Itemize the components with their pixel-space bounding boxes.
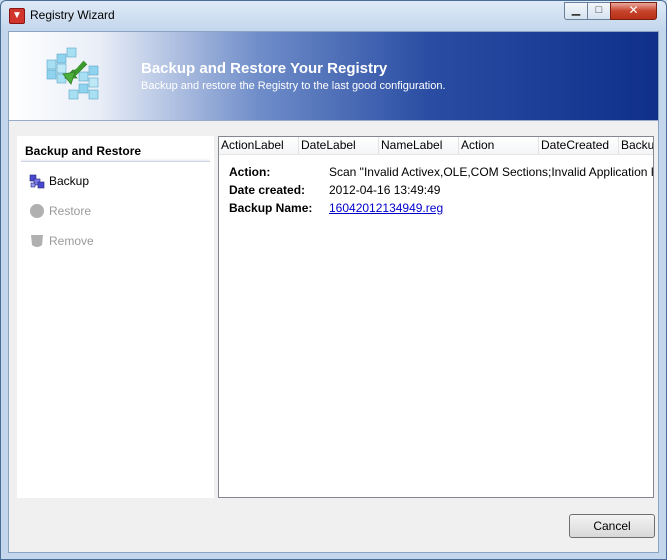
- column-header-datecreated[interactable]: DateCreated: [539, 137, 619, 154]
- backup-name-label: Backup Name:: [229, 201, 313, 215]
- column-header-datelabel[interactable]: DateLabel: [299, 137, 379, 154]
- sidebar-item-label: Remove: [49, 234, 94, 248]
- maximize-button[interactable]: □: [587, 2, 611, 20]
- backup-details-panel: ActionLabel DateLabel NameLabel Action D…: [218, 136, 654, 498]
- sidebar-item-remove[interactable]: Remove: [29, 232, 199, 250]
- backup-cubes-icon: [29, 174, 45, 189]
- sidebar-item-label: Backup: [49, 174, 90, 188]
- date-created-label: Date created:: [229, 183, 306, 197]
- backup-name-link[interactable]: 16042012134949.reg: [329, 201, 443, 215]
- remove-icon: [31, 235, 43, 247]
- column-header-namelabel[interactable]: NameLabel: [379, 137, 459, 154]
- sidebar-item-label: Restore: [49, 204, 92, 218]
- date-created-value: 2012-04-16 13:49:49: [329, 183, 441, 197]
- action-label: Action:: [229, 165, 271, 179]
- sidebar-header: Backup and Restore: [21, 144, 210, 162]
- sidebar-item-restore[interactable]: Restore: [29, 202, 199, 220]
- column-header-backupname[interactable]: BackupName: [619, 137, 653, 154]
- dialog-client-area: Backup and Restore Your Registry Backup …: [8, 31, 659, 553]
- column-header-action[interactable]: Action: [459, 137, 539, 154]
- minimize-button[interactable]: ▁: [564, 2, 588, 20]
- header-banner: Backup and Restore Your Registry Backup …: [9, 32, 658, 121]
- sidebar: Backup and Restore Backup Restore Remove: [17, 136, 214, 498]
- banner-title: Backup and Restore Your Registry: [141, 60, 388, 77]
- column-header-actionlabel[interactable]: ActionLabel: [219, 137, 299, 154]
- sidebar-item-backup[interactable]: Backup: [29, 172, 199, 190]
- app-logo-icon: ▼: [9, 8, 25, 24]
- window-title: Registry Wizard: [30, 8, 115, 22]
- close-button[interactable]: ✕: [610, 2, 657, 20]
- column-header-row: ActionLabel DateLabel NameLabel Action D…: [219, 137, 653, 155]
- registry-wizard-window: ▼ Registry Wizard ▁ □ ✕ Backup and Resto…: [0, 0, 667, 560]
- title-bar[interactable]: ▼ Registry Wizard ▁ □ ✕: [1, 1, 666, 31]
- cancel-button[interactable]: Cancel: [569, 514, 655, 538]
- restore-icon: [30, 204, 44, 218]
- action-value: Scan "Invalid Activex,OLE,COM Sections;I…: [329, 165, 653, 179]
- banner-subtitle: Backup and restore the Registry to the l…: [141, 80, 446, 92]
- registry-cubes-icon: [46, 47, 99, 100]
